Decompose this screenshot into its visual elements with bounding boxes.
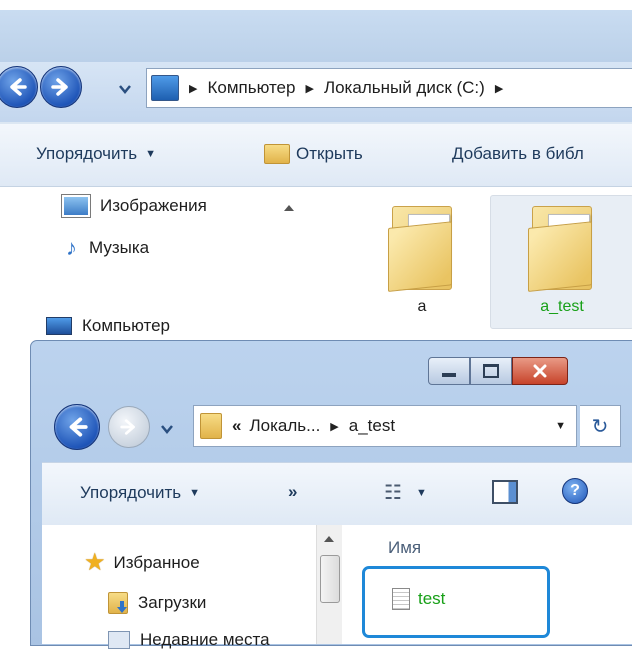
open-label: Открыть xyxy=(296,144,363,163)
sidebar-item-computer[interactable]: Компьютер xyxy=(46,316,170,336)
sidebar-item-label: Избранное xyxy=(113,552,200,572)
folder-location-icon xyxy=(200,413,222,439)
music-icon: ♪ xyxy=(66,235,77,260)
breadcrumb-computer[interactable]: Компьютер xyxy=(207,78,295,98)
close-icon xyxy=(533,364,547,378)
overflow-label: » xyxy=(288,482,298,501)
computer-location-icon xyxy=(151,75,179,101)
file-item-a-test[interactable]: a_test xyxy=(512,198,612,316)
front-nav-history-dropdown[interactable] xyxy=(160,420,174,440)
file-item-a[interactable]: a xyxy=(372,198,472,316)
file-item-test[interactable]: test xyxy=(392,588,445,610)
minimize-button[interactable] xyxy=(428,357,470,385)
file-name: test xyxy=(418,589,446,608)
back-sidebar-scroll-up[interactable] xyxy=(283,197,295,217)
back-nav-forward-button[interactable] xyxy=(40,66,82,108)
breadcrumb-separator: ▶ xyxy=(189,82,198,95)
sidebar-item-label: Музыка xyxy=(89,238,150,257)
back-nav-history-dropdown[interactable] xyxy=(118,80,132,100)
window-controls xyxy=(428,357,568,385)
chevron-down-icon: ▼ xyxy=(415,486,427,499)
recent-places-icon xyxy=(108,631,130,649)
breadcrumb-a-test[interactable]: a_test xyxy=(349,416,395,436)
breadcrumb-overflow[interactable]: « xyxy=(232,416,241,436)
breadcrumb-local-disk[interactable]: Локаль... xyxy=(249,416,320,436)
chevron-down-icon: ▼ xyxy=(189,487,201,499)
add-to-library-label: Добавить в библ xyxy=(452,144,584,163)
front-organize-button[interactable]: Упорядочить ▼ xyxy=(80,483,200,503)
arrow-right-icon xyxy=(51,78,68,96)
folder-icon xyxy=(526,198,598,292)
front-nav-back-button[interactable] xyxy=(54,404,100,450)
sidebar-item-music[interactable]: ♪ Музыка xyxy=(66,235,149,261)
back-window-titlebar xyxy=(0,10,632,68)
back-address-bar[interactable]: ▶ Компьютер ▶ Локальный диск (C:) ▶ xyxy=(146,68,632,108)
front-nav-forward-button[interactable] xyxy=(108,406,150,448)
chevron-down-icon xyxy=(119,85,131,94)
preview-pane-button[interactable] xyxy=(492,480,518,504)
refresh-button[interactable]: ↻ xyxy=(580,405,621,447)
sidebar-item-label: Недавние места xyxy=(140,630,270,649)
front-navigation-pane xyxy=(42,525,330,644)
computer-icon xyxy=(46,317,72,335)
column-header-name[interactable]: Имя xyxy=(388,538,421,558)
chevron-down-icon xyxy=(161,425,173,434)
pictures-icon xyxy=(61,194,91,218)
scrollbar-thumb[interactable] xyxy=(320,555,340,603)
address-dropdown-button[interactable]: ▼ xyxy=(555,420,566,432)
back-organize-button[interactable]: Упорядочить ▼ xyxy=(36,144,156,164)
organize-label: Упорядочить xyxy=(36,144,138,163)
sidebar-item-label: Изображения xyxy=(100,196,207,215)
arrow-right-icon xyxy=(120,419,135,435)
file-name: a xyxy=(417,298,427,315)
breadcrumb-separator: ▶ xyxy=(330,420,339,433)
sidebar-item-label: Компьютер xyxy=(82,316,170,335)
help-icon: ? xyxy=(570,482,580,499)
sidebar-item-downloads[interactable]: Загрузки xyxy=(108,592,206,614)
text-file-icon xyxy=(392,588,410,610)
preview-pane-icon xyxy=(492,480,518,504)
sidebar-item-label: Загрузки xyxy=(138,593,207,612)
sidebar-item-recent-places[interactable]: Недавние места xyxy=(108,630,270,650)
change-view-button[interactable]: ☷ ▼ xyxy=(384,480,427,505)
breadcrumb-separator: ▶ xyxy=(494,82,504,95)
refresh-icon: ↻ xyxy=(591,415,609,438)
back-open-button[interactable]: Открыть xyxy=(264,144,363,164)
close-button[interactable] xyxy=(512,357,568,385)
arrow-left-icon xyxy=(69,417,88,437)
scroll-up-arrow-icon xyxy=(284,205,294,211)
breadcrumb-local-disk[interactable]: Локальный диск (C:) xyxy=(324,78,485,98)
front-address-bar[interactable]: « Локаль... ▶ a_test ▼ xyxy=(193,405,577,447)
sidebar-item-favorites[interactable]: ★ Избранное xyxy=(84,548,200,577)
minimize-icon xyxy=(442,373,456,377)
toolbar-overflow-button[interactable]: » xyxy=(288,482,297,502)
sidebar-item-pictures[interactable]: Изображения xyxy=(61,194,207,218)
breadcrumb-separator: ▶ xyxy=(305,82,314,95)
maximize-icon xyxy=(483,364,499,378)
chevron-down-icon: ▼ xyxy=(145,148,157,160)
help-button[interactable]: ? xyxy=(562,478,588,504)
downloads-icon xyxy=(108,592,128,614)
folder-icon xyxy=(386,198,458,292)
file-name: a_test xyxy=(540,298,584,315)
highlighted-file-frame xyxy=(362,566,550,638)
arrow-left-icon xyxy=(10,78,27,96)
view-list-icon: ☷ xyxy=(384,482,402,504)
maximize-button[interactable] xyxy=(470,357,512,385)
star-icon: ★ xyxy=(84,549,106,576)
scroll-up-arrow-icon xyxy=(324,536,334,542)
folder-open-icon xyxy=(264,144,290,164)
front-sidebar-scrollbar[interactable] xyxy=(316,525,343,644)
organize-label: Упорядочить xyxy=(80,483,182,502)
back-add-to-library-button[interactable]: Добавить в библ xyxy=(452,144,584,164)
